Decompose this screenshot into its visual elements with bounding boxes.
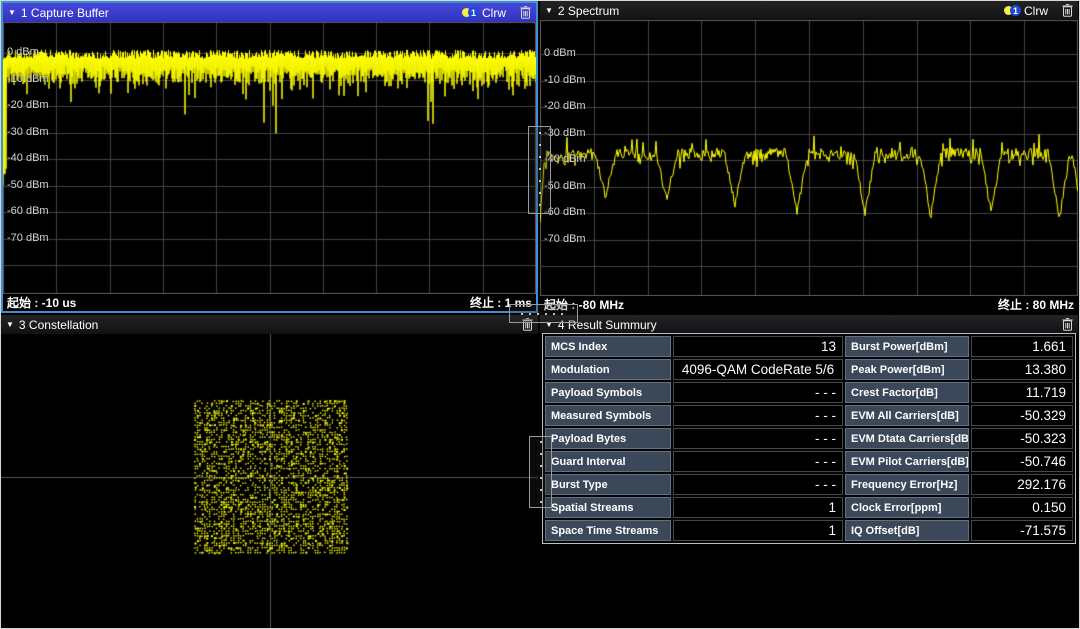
horizontal-splitter-handle[interactable]: [509, 304, 578, 323]
trash-icon: [1062, 318, 1073, 331]
trace-number-badge: 1: [468, 7, 479, 18]
table-row: MCS Index 13 Burst Power[dBm] 1.661: [545, 336, 1073, 357]
panel-constellation: ▼ 3 Constellation: [1, 315, 538, 628]
result-label: Peak Power[dBm]: [845, 359, 969, 380]
result-value: - - -: [673, 382, 843, 403]
result-label: IQ Offset[dB]: [845, 520, 969, 541]
result-value: 292.176: [971, 474, 1073, 495]
result-summary-header[interactable]: ▼ 4 Result Summury: [540, 315, 1078, 334]
table-row: Burst Type - - - Frequency Error[Hz] 292…: [545, 474, 1073, 495]
constellation-plot[interactable]: [1, 334, 538, 628]
result-value: -50.323: [971, 428, 1073, 449]
table-row: Measured Symbols - - - EVM All Carriers[…: [545, 405, 1073, 426]
result-value: 11.719: [971, 382, 1073, 403]
result-label: Modulation: [545, 359, 671, 380]
table-row: Space Time Streams 1 IQ Offset[dB] -71.5…: [545, 520, 1073, 541]
result-value: 4096-QAM CodeRate 5/6: [673, 359, 843, 380]
capture-buffer-title: 1 Capture Buffer: [21, 6, 109, 20]
result-label: EVM All Carriers[dB]: [845, 405, 969, 426]
trace1-indicator[interactable]: 1 Clrw: [462, 6, 506, 20]
result-label: Frequency Error[Hz]: [845, 474, 969, 495]
result-label: Payload Symbols: [545, 382, 671, 403]
trash-icon: [1062, 4, 1073, 17]
capture-buffer-plot[interactable]: 0 dBm -10 dBm -20 dBm -30 dBm -40 dBm -5…: [3, 22, 536, 294]
result-label: Space Time Streams: [545, 520, 671, 541]
result-label: Crest Factor[dB]: [845, 382, 969, 403]
table-row: Payload Symbols - - - Crest Factor[dB] 1…: [545, 382, 1073, 403]
trash-icon: [520, 6, 531, 19]
trace-number-badge: 1: [1010, 5, 1021, 16]
spectrum-header[interactable]: ▼ 2 Spectrum 1 Clrw: [540, 1, 1078, 20]
capture-buffer-footer: 起始 : -10 us 终止 : 1 ms: [3, 294, 536, 311]
table-row: Guard Interval - - - EVM Pilot Carriers[…: [545, 451, 1073, 472]
vertical-splitter-handle[interactable]: [529, 436, 552, 508]
result-value: 13.380: [971, 359, 1073, 380]
result-label: Burst Type: [545, 474, 671, 495]
result-label: Measured Symbols: [545, 405, 671, 426]
vertical-splitter-handle[interactable]: [528, 126, 551, 214]
result-value: 0.150: [971, 497, 1073, 518]
result-value: -50.329: [971, 405, 1073, 426]
spectrum-plot[interactable]: 0 dBm -10 dBm -20 dBm -30 dBm -40 dBm -5…: [540, 20, 1078, 296]
result-summary-table: MCS Index 13 Burst Power[dBm] 1.661 Modu…: [543, 334, 1075, 543]
capture-buffer-header[interactable]: ▼ 1 Capture Buffer 1 Clrw: [3, 3, 536, 22]
trace-mode-label: Clrw: [1024, 4, 1048, 18]
result-value: - - -: [673, 428, 843, 449]
panel-capture-buffer: ▼ 1 Capture Buffer 1 Clrw 0 dBm -10 dBm …: [1, 1, 538, 313]
result-value: 1: [673, 520, 843, 541]
result-label: Clock Error[ppm]: [845, 497, 969, 518]
panel-spectrum: ▼ 2 Spectrum 1 Clrw 0 dBm -10 dBm -20 dB…: [540, 1, 1078, 313]
result-value: 1.661: [971, 336, 1073, 357]
result-label: EVM Pilot Carriers[dB]: [845, 451, 969, 472]
table-row: Spatial Streams 1 Clock Error[ppm] 0.150: [545, 497, 1073, 518]
vsa-application-window: ▼ 1 Capture Buffer 1 Clrw 0 dBm -10 dBm …: [0, 0, 1080, 629]
splitter-dots: [539, 132, 541, 208]
result-value: - - -: [673, 451, 843, 472]
trace-mode-label: Clrw: [482, 6, 506, 20]
collapse-triangle-icon[interactable]: ▼: [6, 321, 14, 329]
x-start-label: 起始 : -10 us: [7, 294, 76, 311]
constellation-title: 3 Constellation: [19, 318, 98, 332]
result-value: 1: [673, 497, 843, 518]
result-value: -71.575: [971, 520, 1073, 541]
splitter-dots: [540, 441, 542, 503]
table-row: Payload Bytes - - - EVM Dtata Carriers[d…: [545, 428, 1073, 449]
table-row: Modulation 4096-QAM CodeRate 5/6 Peak Po…: [545, 359, 1073, 380]
result-value: -50.746: [971, 451, 1073, 472]
result-value: - - -: [673, 405, 843, 426]
spectrum-title: 2 Spectrum: [558, 4, 619, 18]
delete-window-button[interactable]: [520, 6, 531, 19]
splitter-dots: [521, 313, 567, 315]
delete-window-button[interactable]: [1062, 4, 1073, 17]
result-label: Payload Bytes: [545, 428, 671, 449]
result-label: Spatial Streams: [545, 497, 671, 518]
constellation-header[interactable]: ▼ 3 Constellation: [1, 315, 538, 334]
result-label: EVM Dtata Carriers[dB]: [845, 428, 969, 449]
result-label: MCS Index: [545, 336, 671, 357]
spectrum-footer: 起始 : -80 MHz 终止 : 80 MHz: [540, 296, 1078, 313]
result-value: 13: [673, 336, 843, 357]
x-stop-label: 终止 : 80 MHz: [998, 296, 1074, 313]
result-value: - - -: [673, 474, 843, 495]
result-label: Burst Power[dBm]: [845, 336, 969, 357]
panel-result-summary: ▼ 4 Result Summury MCS Index 13 Burst Po…: [540, 315, 1078, 628]
collapse-triangle-icon[interactable]: ▼: [8, 9, 16, 17]
result-label: Guard Interval: [545, 451, 671, 472]
collapse-triangle-icon[interactable]: ▼: [545, 7, 553, 15]
delete-window-button[interactable]: [1062, 318, 1073, 331]
trace1-indicator[interactable]: 1 Clrw: [1004, 4, 1048, 18]
